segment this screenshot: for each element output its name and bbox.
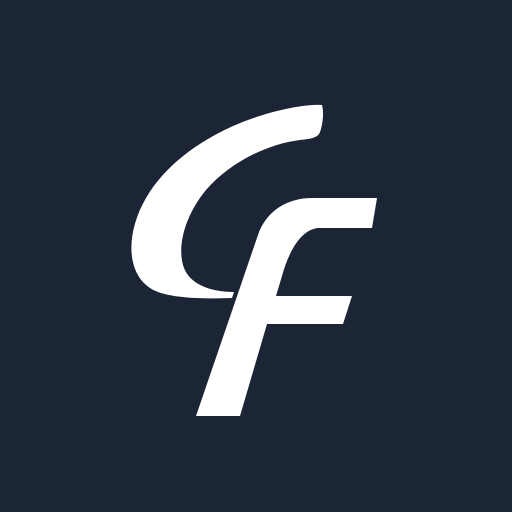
app-icon bbox=[0, 0, 512, 512]
cf-monogram-icon bbox=[0, 0, 512, 512]
